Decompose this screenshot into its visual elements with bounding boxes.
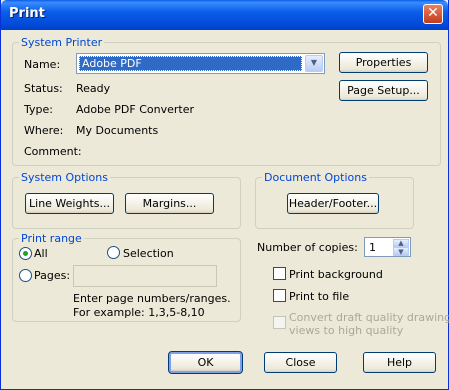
page-setup-button[interactable]: Page Setup...: [339, 80, 428, 101]
system-printer-legend: System Printer: [19, 36, 105, 49]
close-icon[interactable]: ✕: [423, 4, 443, 24]
selection-radio[interactable]: [107, 246, 120, 259]
help-button[interactable]: Help: [363, 352, 436, 373]
line-weights-button[interactable]: Line Weights...: [25, 193, 114, 214]
status-label: Status:: [24, 82, 63, 95]
pages-hint-line2: For example: 1,3,5-8,10: [73, 306, 205, 319]
convert-draft-label-line1: Convert draft quality drawing: [289, 311, 449, 324]
chevron-down-icon[interactable]: ▼: [305, 55, 323, 72]
system-options-legend: System Options: [19, 171, 110, 184]
print-to-file-label[interactable]: Print to file: [289, 290, 349, 303]
properties-button[interactable]: Properties: [339, 52, 428, 73]
copies-spinner[interactable]: 1 ▲ ▼: [364, 237, 411, 257]
copies-value: 1: [369, 241, 376, 254]
margins-button[interactable]: Margins...: [125, 193, 214, 214]
print-range-legend: Print range: [19, 232, 84, 245]
where-label: Where:: [24, 124, 64, 137]
pages-input[interactable]: [73, 265, 217, 287]
close-button[interactable]: Close: [264, 352, 337, 373]
status-value: Ready: [76, 82, 111, 95]
name-label: Name:: [24, 58, 61, 71]
spin-down-icon[interactable]: ▼: [393, 247, 409, 256]
title-bar[interactable]: Print ✕: [1, 0, 448, 30]
pages-radio[interactable]: [19, 269, 32, 282]
print-background-checkbox[interactable]: [273, 267, 286, 280]
pages-hint-line1: Enter page numbers/ranges.: [73, 292, 231, 305]
convert-draft-checkbox: [273, 316, 286, 329]
all-label[interactable]: All: [34, 247, 48, 260]
print-to-file-checkbox[interactable]: [273, 289, 286, 302]
type-value: Adobe PDF Converter: [76, 103, 195, 116]
copies-label: Number of copies:: [257, 241, 358, 254]
selection-label[interactable]: Selection: [123, 247, 174, 260]
print-background-label[interactable]: Print background: [289, 268, 383, 281]
comment-label: Comment:: [24, 145, 82, 158]
window-title: Print: [9, 6, 45, 21]
type-label: Type:: [24, 103, 53, 116]
where-value: My Documents: [76, 124, 159, 137]
printer-name-value: Adobe PDF: [79, 56, 302, 71]
convert-draft-label-line2: views to high quality: [289, 324, 404, 337]
all-radio[interactable]: [19, 247, 32, 260]
document-options-legend: Document Options: [262, 171, 369, 184]
pages-label[interactable]: Pages:: [34, 269, 70, 282]
print-dialog: Print ✕ System Printer Name: Adobe PDF ▼…: [0, 0, 449, 390]
ok-button[interactable]: OK: [168, 351, 243, 374]
printer-name-dropdown[interactable]: Adobe PDF ▼: [76, 53, 325, 74]
header-footer-button[interactable]: Header/Footer...: [287, 193, 379, 214]
